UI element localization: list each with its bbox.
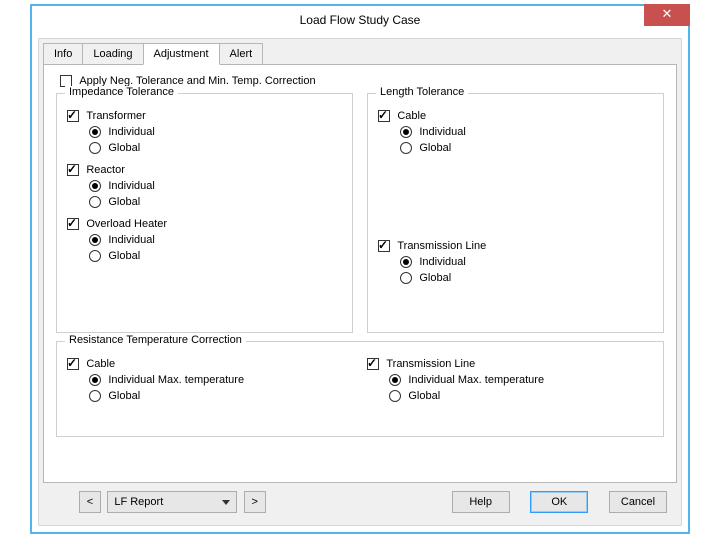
tab-page-adjustment: Apply Neg. Tolerance and Min. Temp. Corr… — [43, 64, 677, 483]
overload-row[interactable]: Overload Heater — [67, 216, 342, 230]
cancel-button[interactable]: Cancel — [609, 491, 667, 513]
rtc-cable-individual-radio[interactable] — [89, 374, 101, 386]
overload-individual-row[interactable]: Individual — [89, 232, 342, 246]
length-transmission-global-radio[interactable] — [400, 272, 412, 284]
length-cable-row[interactable]: Cable — [378, 108, 653, 122]
rtc-cable-label: Cable — [86, 358, 115, 370]
overload-individual-radio[interactable] — [89, 234, 101, 246]
reactor-global-radio[interactable] — [89, 196, 101, 208]
tab-adjustment[interactable]: Adjustment — [143, 43, 220, 65]
overload-checkbox[interactable] — [67, 218, 79, 230]
reactor-global-row[interactable]: Global — [89, 194, 342, 208]
length-cable-individual-row[interactable]: Individual — [400, 124, 653, 138]
reactor-label: Reactor — [86, 164, 125, 176]
rtc-transmission-individual-radio[interactable] — [389, 374, 401, 386]
apply-neg-row[interactable]: Apply Neg. Tolerance and Min. Temp. Corr… — [60, 73, 664, 87]
transformer-individual-row[interactable]: Individual — [89, 124, 342, 138]
rtc-cable-row[interactable]: Cable — [67, 356, 353, 370]
impedance-legend: Impedance Tolerance — [65, 86, 178, 98]
rtc-cable-checkbox[interactable] — [67, 358, 79, 370]
tab-loading[interactable]: Loading — [82, 43, 143, 65]
transformer-global-label: Global — [108, 142, 140, 154]
length-transmission-individual-label: Individual — [419, 256, 465, 268]
length-legend: Length Tolerance — [376, 86, 468, 98]
length-transmission-global-row[interactable]: Global — [400, 270, 653, 284]
rtc-cable-global-row[interactable]: Global — [89, 388, 353, 402]
length-transmission-row[interactable]: Transmission Line — [378, 238, 653, 252]
rtc-legend: Resistance Temperature Correction — [65, 334, 246, 346]
rtc-group: Resistance Temperature Correction Cable … — [56, 341, 664, 437]
rtc-cable-individual-label: Individual Max. temperature — [108, 374, 244, 386]
tab-alert[interactable]: Alert — [219, 43, 264, 65]
rtc-transmission-checkbox[interactable] — [367, 358, 379, 370]
overload-global-radio[interactable] — [89, 250, 101, 262]
overload-individual-label: Individual — [108, 234, 154, 246]
next-report-button[interactable]: > — [244, 491, 266, 513]
rtc-transmission-label: Transmission Line — [386, 358, 475, 370]
rtc-transmission-global-label: Global — [408, 390, 440, 402]
transformer-individual-label: Individual — [108, 126, 154, 138]
transformer-label: Transformer — [86, 110, 146, 122]
close-icon: ✕ — [662, 6, 673, 21]
length-transmission-individual-row[interactable]: Individual — [400, 254, 653, 268]
ok-button[interactable]: OK — [530, 491, 588, 513]
rtc-transmission-row[interactable]: Transmission Line — [367, 356, 653, 370]
rtc-transmission-global-row[interactable]: Global — [389, 388, 653, 402]
tab-strip: Info Loading Adjustment Alert — [43, 43, 262, 65]
prev-report-button[interactable]: < — [79, 491, 101, 513]
footer: < LF Report > Help OK Cancel — [49, 489, 671, 517]
reactor-individual-label: Individual — [108, 180, 154, 192]
rtc-cable-global-label: Global — [108, 390, 140, 402]
close-button[interactable]: ✕ — [644, 4, 690, 26]
reactor-global-label: Global — [108, 196, 140, 208]
length-cable-global-radio[interactable] — [400, 142, 412, 154]
rtc-cable-individual-row[interactable]: Individual Max. temperature — [89, 372, 353, 386]
length-transmission-label: Transmission Line — [397, 240, 486, 252]
reactor-individual-radio[interactable] — [89, 180, 101, 192]
rtc-transmission-global-radio[interactable] — [389, 390, 401, 402]
report-combo[interactable]: LF Report — [107, 491, 237, 513]
overload-global-label: Global — [108, 250, 140, 262]
tab-info[interactable]: Info — [43, 43, 83, 65]
overload-global-row[interactable]: Global — [89, 248, 342, 262]
length-transmission-global-label: Global — [419, 272, 451, 284]
titlebar: Load Flow Study Case ✕ — [32, 6, 688, 34]
transformer-individual-radio[interactable] — [89, 126, 101, 138]
length-cable-checkbox[interactable] — [378, 110, 390, 122]
overload-label: Overload Heater — [86, 218, 167, 230]
length-tolerance-group: Length Tolerance Cable Individual — [367, 93, 664, 333]
length-cable-label: Cable — [397, 110, 426, 122]
length-cable-global-row[interactable]: Global — [400, 140, 653, 154]
length-transmission-individual-radio[interactable] — [400, 256, 412, 268]
transformer-global-radio[interactable] — [89, 142, 101, 154]
window-title: Load Flow Study Case — [32, 6, 688, 34]
length-cable-individual-label: Individual — [419, 126, 465, 138]
client-area: Info Loading Adjustment Alert Apply Neg.… — [38, 38, 682, 526]
dialog-window: Load Flow Study Case ✕ Info Loading Adju… — [30, 4, 690, 534]
rtc-transmission-individual-row[interactable]: Individual Max. temperature — [389, 372, 653, 386]
rtc-transmission-individual-label: Individual Max. temperature — [408, 374, 544, 386]
reactor-row[interactable]: Reactor — [67, 162, 342, 176]
reactor-checkbox[interactable] — [67, 164, 79, 176]
transformer-checkbox[interactable] — [67, 110, 79, 122]
transformer-global-row[interactable]: Global — [89, 140, 342, 154]
length-transmission-checkbox[interactable] — [378, 240, 390, 252]
length-cable-global-label: Global — [419, 142, 451, 154]
reactor-individual-row[interactable]: Individual — [89, 178, 342, 192]
impedance-tolerance-group: Impedance Tolerance Transformer Individu… — [56, 93, 353, 333]
rtc-cable-global-radio[interactable] — [89, 390, 101, 402]
transformer-row[interactable]: Transformer — [67, 108, 342, 122]
length-cable-individual-radio[interactable] — [400, 126, 412, 138]
help-button[interactable]: Help — [452, 491, 510, 513]
